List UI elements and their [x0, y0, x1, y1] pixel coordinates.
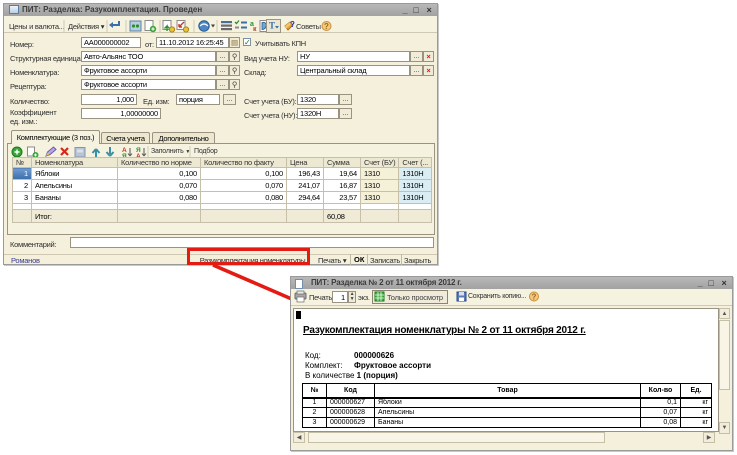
svg-text:?: ?	[290, 20, 295, 29]
svg-text:T: T	[269, 21, 275, 31]
svg-text:?: ?	[324, 22, 329, 31]
svg-text:к: к	[253, 26, 257, 33]
svg-text:?: ?	[532, 293, 537, 302]
